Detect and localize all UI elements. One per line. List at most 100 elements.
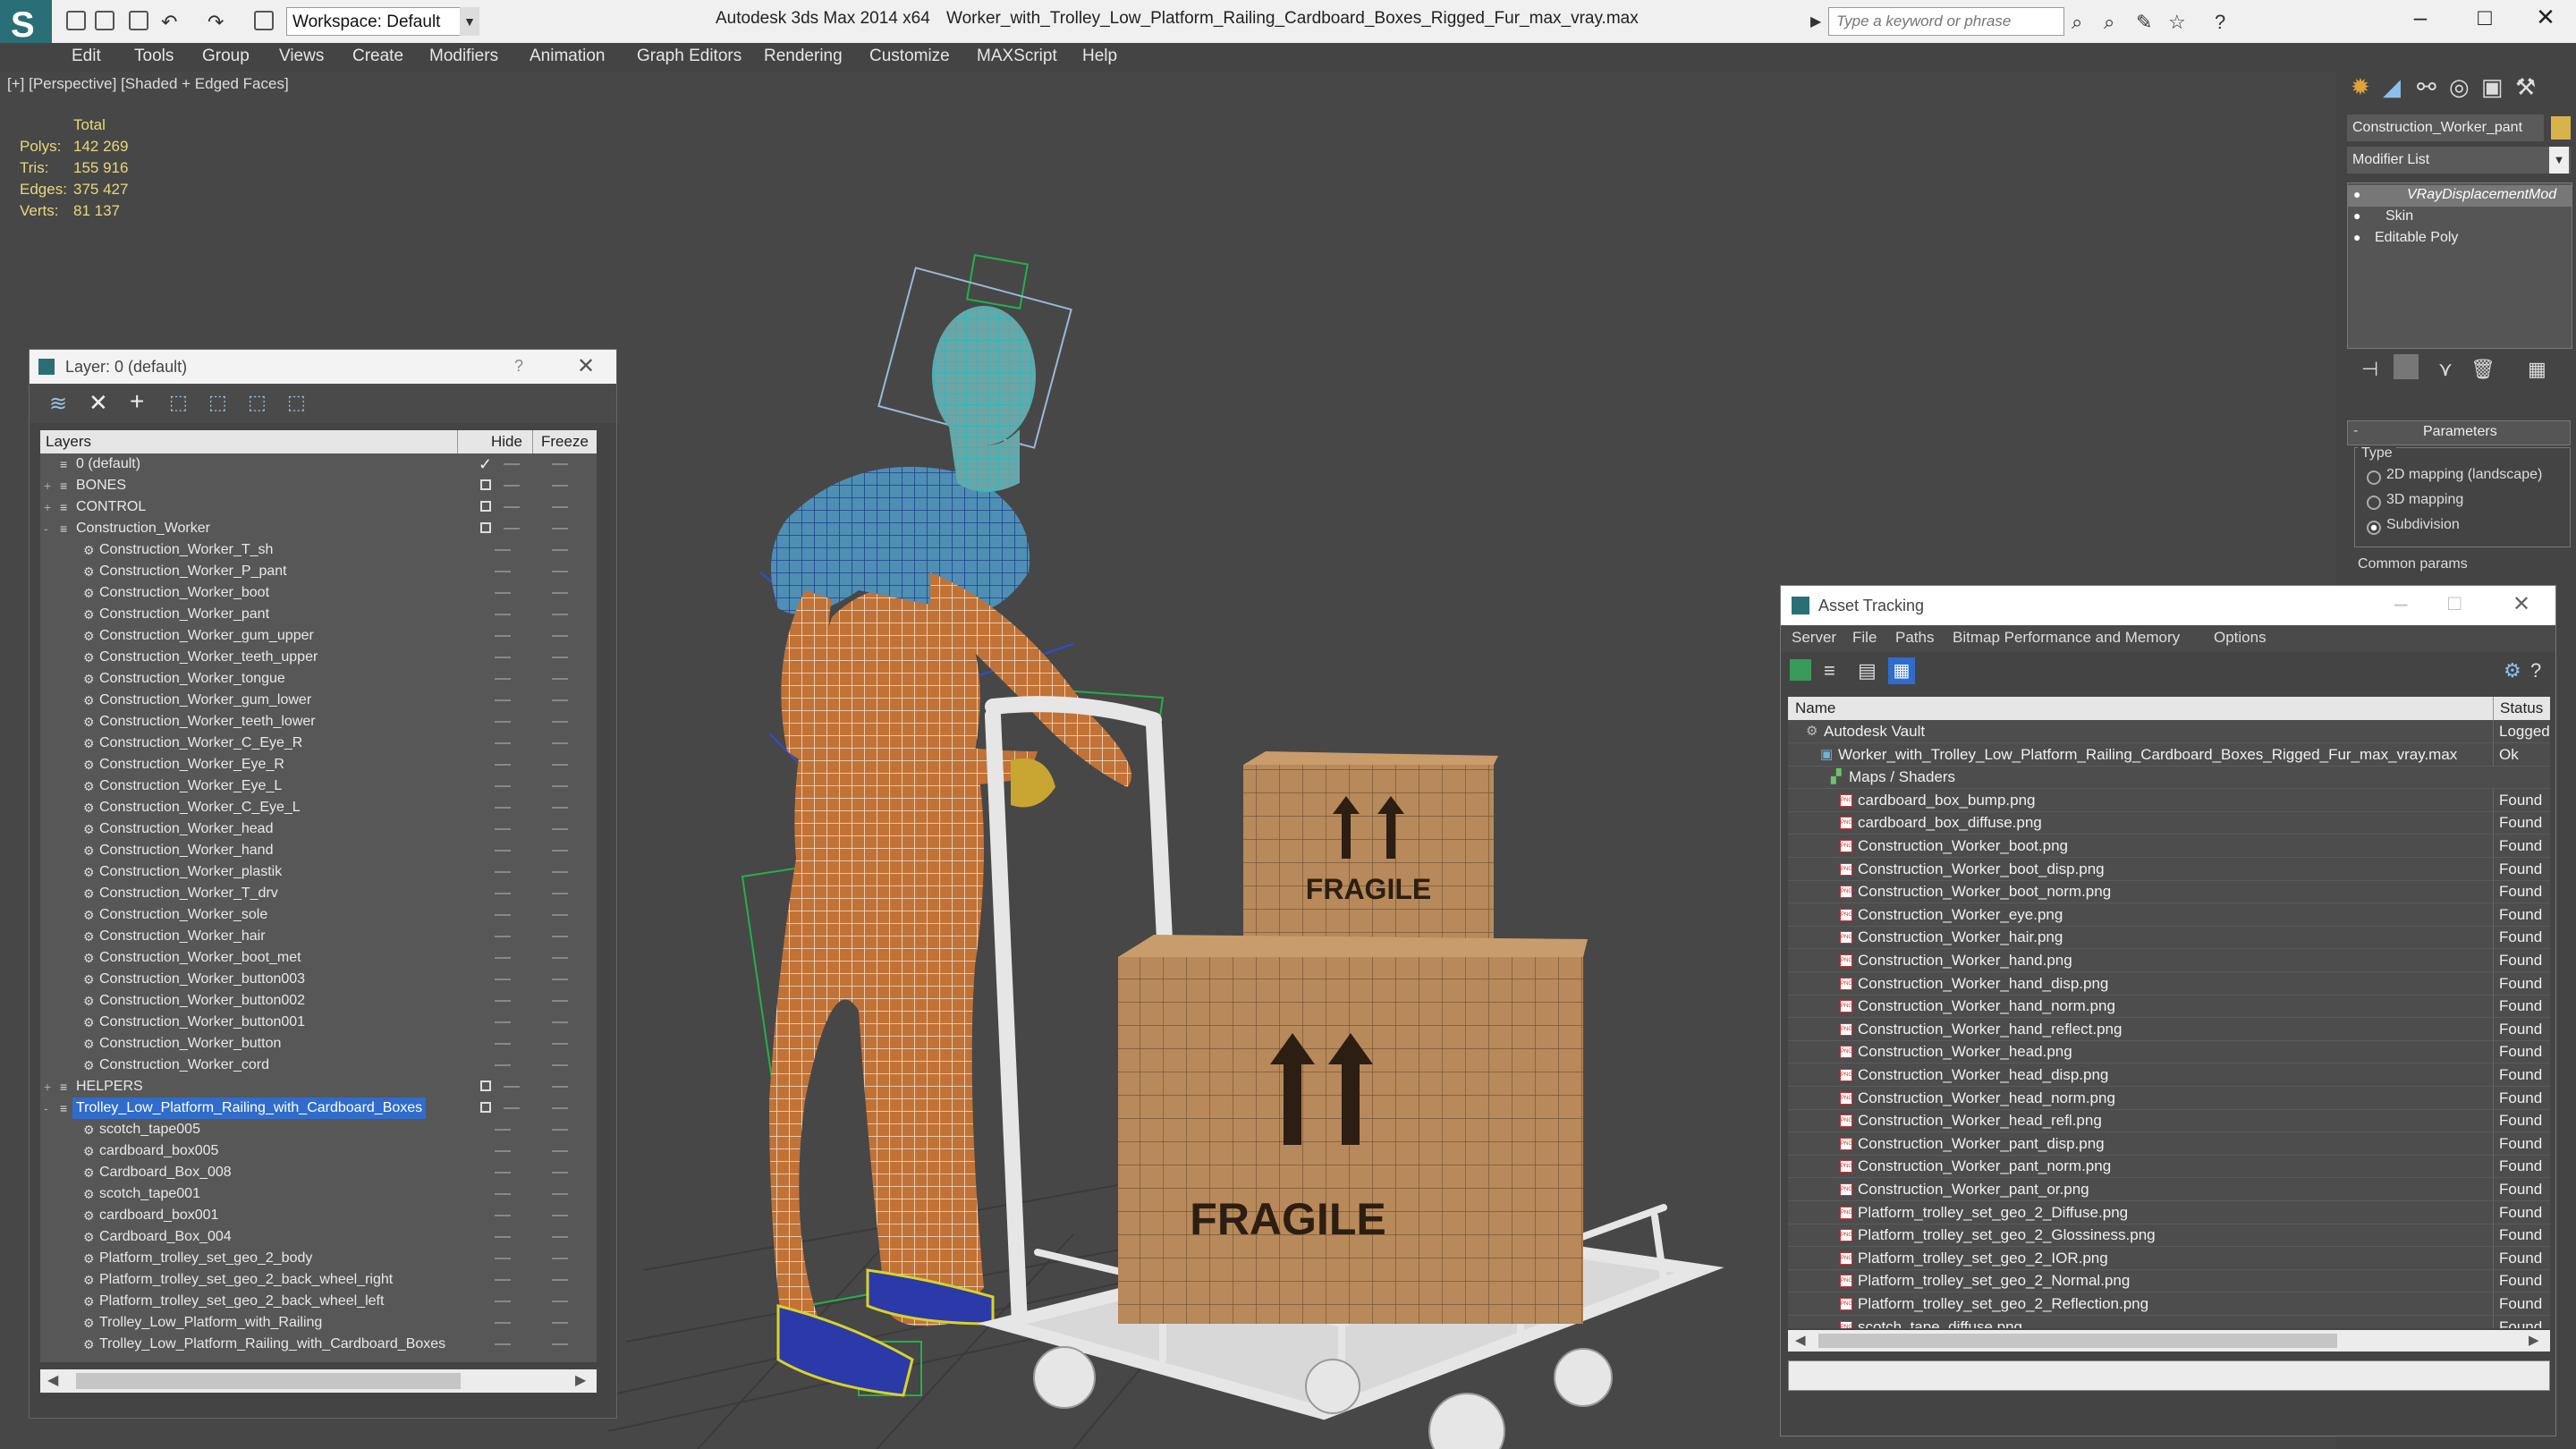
asset-row[interactable]: PNG Construction_Worker_eye.png Found: [1788, 902, 2550, 927]
hide-dash[interactable]: [495, 785, 511, 787]
layer-object-row[interactable]: ⚙ Construction_Worker_teeth_upper: [40, 647, 597, 668]
asset-row[interactable]: PNG Construction_Worker_boot_disp.png Foun…: [1788, 857, 2550, 881]
hide-dash[interactable]: [495, 936, 511, 937]
hide-checkbox[interactable]: [480, 501, 491, 512]
layer-object-row[interactable]: ⚙ Construction_Worker_button003: [40, 969, 597, 990]
freeze-toggle[interactable]: [552, 785, 568, 787]
play-arrow-icon[interactable]: ▶: [1810, 13, 1821, 30]
layer-horizontal-scrollbar[interactable]: ◀ ▶: [40, 1369, 597, 1393]
hide-checkbox[interactable]: [480, 1080, 491, 1091]
hide-dash[interactable]: [495, 549, 511, 551]
hide-dash[interactable]: [495, 1193, 511, 1195]
hide-dash[interactable]: [495, 871, 511, 873]
menu-modifiers[interactable]: Modifiers: [429, 47, 498, 66]
lightbulb-icon[interactable]: ●: [2353, 187, 2360, 201]
asset-tracking-titlebar[interactable]: Asset Tracking – □ ✕: [1781, 586, 2555, 625]
layer-panel-titlebar[interactable]: Layer: 0 (default) ? ✕: [30, 350, 616, 384]
hide-dash[interactable]: [504, 528, 520, 530]
hide-dash[interactable]: [504, 485, 520, 487]
asset-row[interactable]: PNG Platform_trolley_set_geo_2_Glossiness…: [1788, 1224, 2550, 1248]
freeze-toggle[interactable]: [552, 592, 568, 594]
freeze-toggle[interactable]: [552, 807, 568, 809]
freeze-toggle[interactable]: [552, 1343, 568, 1345]
layer-row[interactable]: + ≡ CONTROL: [40, 496, 597, 518]
menu-create[interactable]: Create: [352, 47, 403, 66]
hide-dash[interactable]: [495, 893, 511, 894]
new-file-icon[interactable]: [66, 11, 86, 30]
hide-dash[interactable]: [495, 1043, 511, 1045]
hide-checkbox[interactable]: [480, 522, 491, 533]
asset-row[interactable]: PNG Construction_Worker_hand_norm.png Foun…: [1788, 995, 2550, 1019]
stack-item[interactable]: VRayDisplacementMod: [2407, 187, 2556, 203]
layer-object-row[interactable]: ⚙ Construction_Worker_gum_lower: [40, 690, 597, 711]
close-icon[interactable]: ✕: [2512, 591, 2530, 617]
radio-3d-mapping[interactable]: [2367, 496, 2381, 510]
menu-options[interactable]: Options: [2214, 629, 2267, 647]
expand-icon[interactable]: +: [44, 475, 51, 496]
menu-group[interactable]: Group: [202, 47, 250, 66]
hide-dash[interactable]: [495, 764, 511, 766]
remove-modifier-icon[interactable]: 🗑: [2470, 358, 2496, 381]
layer-object-row[interactable]: ⚙ Construction_Worker_sole: [40, 904, 597, 926]
binoculars-icon[interactable]: ⌕: [2072, 11, 2082, 34]
collapse-icon[interactable]: -: [44, 518, 48, 539]
freeze-toggle[interactable]: [552, 1279, 568, 1281]
asset-path-field[interactable]: [1788, 1360, 2550, 1391]
collapse-icon[interactable]: -: [44, 1097, 48, 1119]
hide-dash[interactable]: [495, 1064, 511, 1066]
hide-dash[interactable]: [495, 1172, 511, 1174]
menu-paths[interactable]: Paths: [1895, 629, 1934, 647]
asset-row[interactable]: PNG Platform_trolley_set_geo_2_Normal.png…: [1788, 1269, 2550, 1293]
freeze-toggle[interactable]: [552, 979, 568, 980]
hide-dash[interactable]: [495, 657, 511, 658]
utilities-tab-icon[interactable]: ⚒: [2515, 73, 2536, 101]
new-layer-icon[interactable]: ≋: [49, 391, 67, 417]
asset-row[interactable]: PNG Construction_Worker_hand_reflect.png F…: [1788, 1017, 2550, 1041]
modifier-stack[interactable]: ● VRayDisplacementMod ● Skin ● Editable …: [2347, 182, 2572, 349]
project-folder-icon[interactable]: [254, 11, 274, 30]
make-unique-icon[interactable]: ⋎: [2438, 358, 2453, 381]
hide-checkbox[interactable]: [480, 479, 491, 490]
menu-customize[interactable]: Customize: [869, 47, 950, 66]
expand-icon[interactable]: +: [44, 496, 51, 518]
layer-list[interactable]: ≡ 0 (default) ✓ + ≡ BONES + ≡ CONTROL - ≡ Construct…: [40, 453, 597, 1362]
hide-dash[interactable]: [495, 721, 511, 723]
current-layer-checkmark-icon[interactable]: ✓: [479, 453, 492, 475]
motion-tab-icon[interactable]: ◎: [2449, 73, 2470, 101]
layer-row[interactable]: - ≡ Trolley_Low_Platform_Railing_with_Card…: [40, 1097, 597, 1119]
thumbnail-view-icon[interactable]: ▤: [1858, 659, 1877, 682]
freeze-toggle[interactable]: [552, 1043, 568, 1045]
freeze-toggle[interactable]: [552, 1172, 568, 1174]
expand-icon[interactable]: +: [44, 1076, 51, 1097]
layer-object-row[interactable]: ⚙ Construction_Worker_hand: [40, 840, 597, 861]
layer-object-row[interactable]: ⚙ Construction_Worker_button: [40, 1033, 597, 1055]
freeze-toggle[interactable]: [552, 528, 568, 530]
create-tab-icon[interactable]: ✹: [2351, 73, 2370, 101]
delete-layer-icon[interactable]: ✕: [89, 389, 108, 417]
hide-dash[interactable]: [495, 1279, 511, 1281]
asset-row[interactable]: PNG Construction_Worker_boot_norm.png Foun…: [1788, 880, 2550, 904]
asset-row[interactable]: PNG Construction_Worker_hand.png Found: [1788, 949, 2550, 972]
freeze-toggle[interactable]: [552, 1064, 568, 1066]
freeze-toggle[interactable]: [552, 936, 568, 937]
hide-dash[interactable]: [495, 1343, 511, 1345]
hide-dash[interactable]: [495, 678, 511, 680]
help-icon[interactable]: ?: [2530, 659, 2541, 682]
hide-dash[interactable]: [504, 506, 520, 508]
layer-object-row[interactable]: ⚙ Platform_trolley_set_geo_2_body: [40, 1248, 597, 1269]
freeze-toggle[interactable]: [552, 485, 568, 487]
workspace-dropdown[interactable]: Workspace: Default: [286, 7, 479, 36]
layer-object-row[interactable]: ⚙ scotch_tape001: [40, 1183, 597, 1205]
asset-row[interactable]: PNG Construction_Worker_boot.png Found: [1788, 835, 2550, 858]
freeze-toggle[interactable]: [552, 850, 568, 852]
modify-tab-icon[interactable]: ◢: [2383, 73, 2401, 101]
asset-row[interactable]: PNG Construction_Worker_head_refl.png Foun…: [1788, 1109, 2550, 1133]
search-input[interactable]: [1828, 7, 2064, 36]
close-icon[interactable]: ✕: [2519, 4, 2572, 31]
menu-graph-editors[interactable]: Graph Editors: [637, 47, 741, 66]
scroll-thumb[interactable]: [76, 1373, 461, 1389]
hide-dash[interactable]: [495, 742, 511, 744]
layer-object-row[interactable]: ⚙ Construction_Worker_plastik: [40, 861, 597, 883]
help-icon[interactable]: ?: [2215, 11, 2225, 34]
hide-dash[interactable]: [495, 571, 511, 572]
